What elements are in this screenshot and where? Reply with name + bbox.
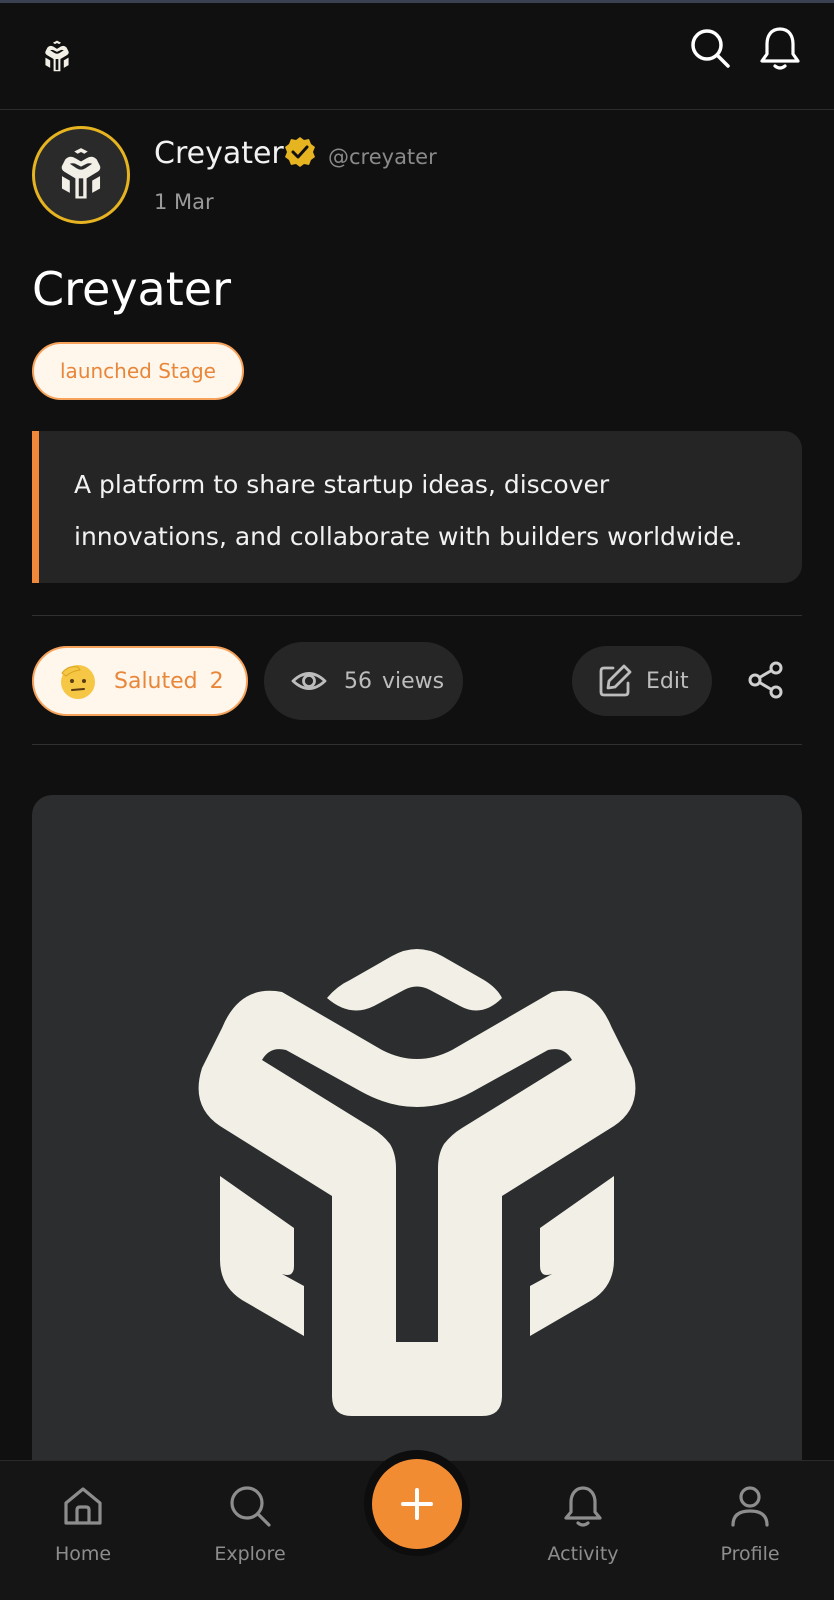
post-image[interactable]: [32, 795, 802, 1495]
post-description: A platform to share startup ideas, disco…: [32, 431, 802, 583]
nav-activity-label: Activity: [547, 1543, 619, 1565]
bell-icon[interactable]: [755, 23, 805, 73]
creyater-logo-icon[interactable]: [40, 40, 74, 74]
creyater-logo-icon: [61, 148, 101, 199]
search-icon: [230, 1486, 271, 1527]
salute-label: Saluted: [114, 668, 198, 694]
user-icon: [731, 1486, 769, 1527]
home-icon: [64, 1487, 102, 1525]
nav-activity[interactable]: Activity: [523, 1483, 643, 1565]
edit-label: Edit: [646, 668, 689, 694]
top-bar: [0, 0, 834, 110]
create-post-button[interactable]: [372, 1459, 462, 1549]
eye-icon: [291, 672, 327, 690]
salute-emoji-icon: [61, 665, 95, 699]
post-title: Creyater: [32, 262, 231, 316]
salute-count: 2: [209, 668, 224, 694]
divider: [32, 744, 802, 745]
nav-explore[interactable]: Explore: [190, 1483, 310, 1565]
nav-profile-label: Profile: [720, 1543, 780, 1565]
views-pill: 56 views: [264, 642, 463, 720]
nav-profile[interactable]: Profile: [690, 1483, 810, 1565]
creyater-logo-icon: [198, 949, 636, 1416]
author-name[interactable]: Creyater: [154, 136, 284, 171]
verified-badge-icon: [285, 137, 315, 167]
edit-button[interactable]: Edit: [572, 646, 712, 716]
edit-icon: [599, 664, 632, 697]
views-count: 56: [344, 668, 372, 694]
author-handle[interactable]: @creyater: [328, 145, 437, 169]
plus-icon: [401, 1488, 433, 1520]
divider: [32, 615, 802, 616]
post-date: 1 Mar: [154, 190, 214, 214]
author-avatar[interactable]: [32, 126, 130, 224]
share-icon[interactable]: [746, 660, 786, 700]
nav-home[interactable]: Home: [23, 1483, 143, 1565]
app-screen: Creyater @creyater 1 Mar Creyater launch…: [0, 0, 834, 1600]
salute-button[interactable]: Saluted 2: [32, 646, 248, 716]
bell-icon: [564, 1486, 602, 1527]
search-icon[interactable]: [688, 26, 732, 70]
nav-home-label: Home: [54, 1543, 112, 1565]
stage-badge: launched Stage: [32, 342, 244, 400]
views-label: views: [382, 668, 445, 694]
nav-explore-label: Explore: [214, 1543, 286, 1565]
